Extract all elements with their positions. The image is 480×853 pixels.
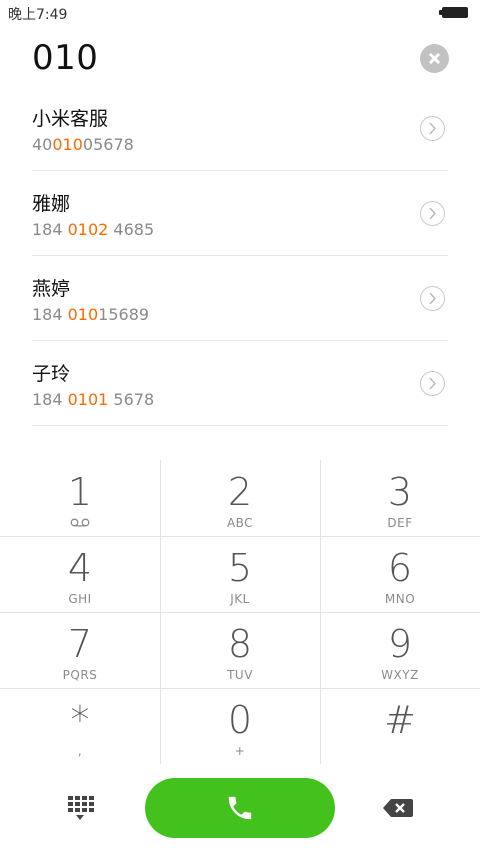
clear-number-button[interactable]	[420, 44, 449, 73]
key-3[interactable]: 3 DEF	[320, 460, 480, 536]
key-6[interactable]: 6 MNO	[320, 536, 480, 612]
key-digit: 0	[227, 698, 253, 742]
key-hash[interactable]: #	[320, 688, 480, 764]
call-button[interactable]	[145, 778, 335, 838]
key-digit: 7	[67, 622, 93, 666]
key-9[interactable]: 9 WXYZ	[320, 612, 480, 688]
key-1[interactable]: 1	[0, 460, 160, 536]
key-digit: 3	[387, 470, 413, 514]
key-letters: TUV	[227, 668, 253, 682]
key-letters: +	[234, 744, 246, 758]
key-2[interactable]: 2 ABC	[160, 460, 320, 536]
phone-icon	[228, 796, 252, 820]
key-digit: 4	[67, 546, 93, 590]
key-digit: 2	[227, 470, 253, 514]
chevron-right-icon	[429, 207, 436, 220]
key-letters: MNO	[384, 592, 416, 606]
contact-number: 184 01015689	[32, 305, 150, 324]
key-letters: DEF	[387, 516, 413, 530]
contact-detail-button[interactable]	[420, 286, 445, 311]
key-8[interactable]: 8 TUV	[160, 612, 320, 688]
dialed-number: 010	[32, 38, 99, 78]
key-letters: PQRS	[62, 668, 98, 682]
key-4[interactable]: 4 GHI	[0, 536, 160, 612]
key-0[interactable]: 0 +	[160, 688, 320, 764]
contact-number: 184 0101 5678	[32, 390, 155, 409]
key-digit: #	[384, 698, 416, 742]
contact-detail-button[interactable]	[420, 201, 445, 226]
key-7[interactable]: 7 PQRS	[0, 612, 160, 688]
key-digit: 5	[227, 546, 253, 590]
key-digit: 9	[387, 622, 413, 666]
contact-result[interactable]: 小米客服 4001005678	[32, 86, 448, 171]
key-star[interactable]: * ,	[0, 688, 160, 764]
battery-icon	[439, 7, 468, 18]
dial-keypad: 1 2 ABC 3 DEF 4 GHI 5 JKL 6 MNO 7 PQRS 8…	[0, 460, 480, 764]
contact-number: 184 0102 4685	[32, 220, 155, 239]
key-letters: ABC	[226, 516, 254, 530]
key-letters: JKL	[230, 592, 250, 606]
key-letters: GHI	[68, 592, 92, 606]
status-bar: 晚上7:49	[0, 0, 480, 26]
number-match-highlight: 010	[67, 305, 99, 324]
contact-result[interactable]: 雅娜 184 0102 4685	[32, 171, 448, 256]
dialpad-toggle-button[interactable]	[64, 794, 96, 824]
chevron-right-icon	[429, 122, 436, 135]
key-digit: 8	[227, 622, 253, 666]
backspace-icon	[383, 799, 413, 817]
contact-detail-button[interactable]	[420, 371, 445, 396]
number-match-highlight: 0102	[67, 220, 109, 239]
key-digit: *	[70, 698, 90, 742]
chevron-right-icon	[429, 292, 436, 305]
contact-result[interactable]: 燕婷 184 01015689	[32, 256, 448, 341]
backspace-button[interactable]	[382, 796, 414, 820]
bottom-bar	[0, 772, 480, 844]
key-digit: 1	[67, 470, 93, 514]
contact-name: 燕婷	[32, 278, 71, 300]
voicemail-icon	[70, 518, 90, 527]
key-5[interactable]: 5 JKL	[160, 536, 320, 612]
dialpad-icon	[68, 796, 94, 820]
key-letters: WXYZ	[381, 668, 419, 682]
contact-name: 雅娜	[32, 193, 71, 215]
key-letters: ,	[77, 744, 83, 758]
key-digit: 6	[387, 546, 413, 590]
status-time: 晚上7:49	[8, 7, 68, 23]
number-match-highlight: 0101	[67, 390, 109, 409]
number-match-highlight: 010	[52, 135, 83, 154]
contact-result[interactable]: 子玲 184 0101 5678	[32, 341, 448, 426]
contact-detail-button[interactable]	[420, 116, 445, 141]
contact-number: 4001005678	[32, 135, 134, 154]
contact-name: 小米客服	[32, 108, 109, 130]
contact-name: 子玲	[32, 363, 71, 385]
chevron-right-icon	[429, 377, 436, 390]
